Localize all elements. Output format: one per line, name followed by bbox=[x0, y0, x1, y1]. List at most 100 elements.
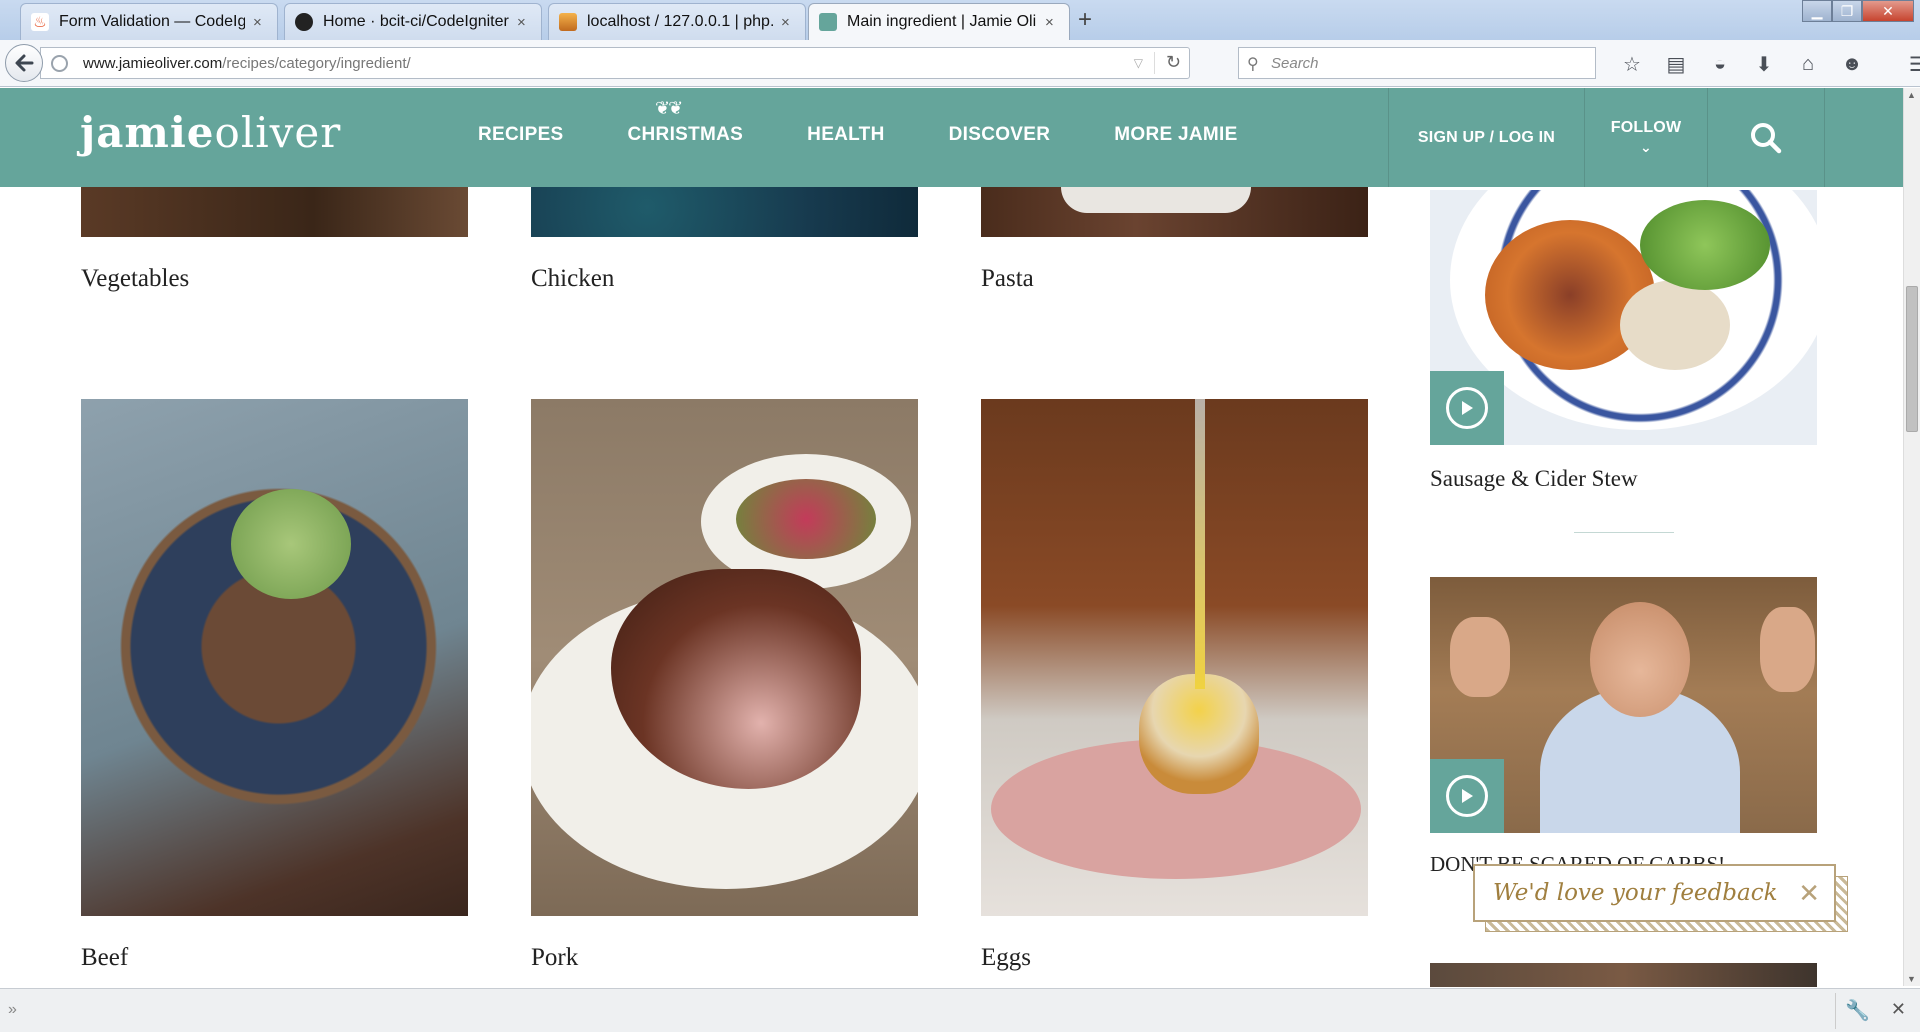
search-input[interactable]: ⚲ Search bbox=[1238, 47, 1596, 79]
signup-login-link[interactable]: SIGN UP / LOG IN bbox=[1388, 88, 1584, 187]
browser-tab-title: Main ingredient | Jamie Oli... bbox=[847, 13, 1037, 30]
address-bar[interactable]: www.jamieoliver.com/recipes/category/ing… bbox=[40, 47, 1190, 79]
close-icon[interactable]: ✕ bbox=[1798, 878, 1820, 909]
address-separator bbox=[1154, 52, 1155, 74]
bookmark-star-icon[interactable]: ☆ bbox=[1610, 50, 1654, 78]
feedback-widget[interactable]: We'd love your feedback ✕ bbox=[1473, 864, 1848, 932]
search-icon: ⚲ bbox=[1247, 56, 1259, 73]
nav-health[interactable]: HEALTH bbox=[807, 124, 884, 146]
expand-chevron-icon[interactable]: » bbox=[8, 1001, 17, 1019]
window-controls: ▁ ❐ ✕ bbox=[1802, 0, 1914, 22]
play-icon bbox=[1446, 387, 1488, 429]
category-card-pork[interactable]: Pork bbox=[531, 399, 918, 979]
scroll-thumb[interactable] bbox=[1906, 286, 1918, 432]
status-separator bbox=[1835, 993, 1836, 1029]
eggs-image[interactable] bbox=[981, 399, 1368, 916]
left-hand-shape bbox=[1450, 617, 1510, 697]
nav-more-jamie[interactable]: MORE JAMIE bbox=[1114, 124, 1237, 146]
video-title-label[interactable]: Sausage & Cider Stew bbox=[1430, 466, 1638, 492]
category-label[interactable]: Pork bbox=[531, 944, 578, 972]
close-tab-icon[interactable]: × bbox=[781, 14, 795, 31]
spoon-drip-shape bbox=[1195, 399, 1205, 689]
browser-tab-title: localhost / 127.0.0.1 | php... bbox=[587, 13, 773, 30]
emoji-icon[interactable]: ☻ bbox=[1830, 50, 1874, 78]
category-card-chicken[interactable]: Chicken bbox=[531, 187, 918, 307]
site-header: jamieoliver ❦❦ RECIPES CHRISTMAS HEALTH … bbox=[0, 88, 1903, 187]
browser-status-bar: » 🔧 ✕ bbox=[0, 988, 1920, 1032]
sidebar-video-card[interactable] bbox=[1430, 577, 1817, 833]
pocket-icon[interactable]: ◒ bbox=[1698, 50, 1742, 78]
wrench-icon[interactable]: 🔧 bbox=[1845, 998, 1870, 1023]
back-button[interactable] bbox=[5, 44, 43, 82]
download-icon[interactable]: ⬇ bbox=[1742, 50, 1786, 78]
browser-navigation-bar: www.jamieoliver.com/recipes/category/ing… bbox=[0, 40, 1920, 87]
category-label[interactable]: Eggs bbox=[981, 944, 1031, 972]
category-label[interactable]: Beef bbox=[81, 944, 128, 972]
sidebar-video-card[interactable] bbox=[1430, 963, 1817, 987]
nav-discover[interactable]: DISCOVER bbox=[949, 124, 1051, 146]
pork-image[interactable] bbox=[531, 399, 918, 916]
browser-tab[interactable]: localhost / 127.0.0.1 | php... × bbox=[548, 3, 806, 40]
vegetables-image[interactable] bbox=[81, 187, 468, 237]
close-tab-icon[interactable]: × bbox=[517, 14, 531, 31]
close-tab-icon[interactable]: × bbox=[1045, 14, 1059, 31]
chicken-image[interactable] bbox=[531, 187, 918, 237]
category-card-eggs[interactable]: Eggs bbox=[981, 399, 1368, 979]
main-navigation: RECIPES CHRISTMAS HEALTH DISCOVER MORE J… bbox=[478, 124, 1302, 146]
history-dropdown-icon[interactable]: ▽ bbox=[1134, 56, 1143, 70]
window-close-icon[interactable]: ✕ bbox=[1862, 0, 1914, 22]
codeigniter-favicon-icon: ♨ bbox=[31, 13, 49, 31]
address-url: www.jamieoliver.com/recipes/category/ing… bbox=[83, 55, 411, 72]
reading-list-icon[interactable]: ▤ bbox=[1654, 50, 1698, 78]
jamie-oliver-favicon-icon bbox=[819, 13, 837, 31]
phpmyadmin-favicon-icon bbox=[559, 13, 577, 31]
search-placeholder: Search bbox=[1271, 55, 1319, 72]
beef-image[interactable] bbox=[81, 399, 468, 916]
nav-recipes[interactable]: RECIPES bbox=[478, 124, 564, 146]
minimize-icon[interactable]: ▁ bbox=[1802, 0, 1832, 22]
category-label[interactable]: Chicken bbox=[531, 265, 614, 293]
close-addon-bar-icon[interactable]: ✕ bbox=[1891, 999, 1906, 1020]
browser-tab-strip: ♨ Form Validation — CodeIg... × Home · b… bbox=[0, 0, 1920, 40]
browser-tab-title: Form Validation — CodeIg... bbox=[59, 13, 245, 30]
site-identity-icon[interactable] bbox=[51, 55, 68, 72]
reload-icon[interactable]: ↻ bbox=[1166, 52, 1181, 73]
eggs-benedict-shape bbox=[1139, 674, 1259, 794]
menu-icon[interactable]: ☰ bbox=[1896, 50, 1920, 78]
search-icon bbox=[1751, 122, 1782, 153]
potatoes-shape bbox=[736, 479, 876, 559]
feedback-box[interactable]: We'd love your feedback ✕ bbox=[1473, 864, 1836, 922]
feedback-label[interactable]: We'd love your feedback bbox=[1493, 880, 1778, 906]
play-video-button[interactable] bbox=[1430, 759, 1504, 833]
next-video-image[interactable] bbox=[1430, 963, 1817, 987]
follow-menu[interactable]: FOLLOW ⌄ bbox=[1584, 88, 1707, 187]
nav-christmas[interactable]: CHRISTMAS bbox=[628, 124, 744, 146]
close-tab-icon[interactable]: × bbox=[253, 14, 267, 31]
leaves-shape bbox=[1640, 200, 1770, 290]
pasta-image[interactable] bbox=[981, 187, 1368, 237]
browser-tab-active[interactable]: Main ingredient | Jamie Oli... × bbox=[808, 3, 1070, 40]
maximize-icon[interactable]: ❐ bbox=[1832, 0, 1862, 22]
back-arrow-icon bbox=[15, 54, 34, 72]
browser-tab[interactable]: ♨ Form Validation — CodeIg... × bbox=[20, 3, 278, 40]
scroll-down-icon[interactable]: ▼ bbox=[1907, 974, 1916, 984]
site-logo[interactable]: jamieoliver bbox=[80, 108, 341, 157]
sidebar-video-card[interactable] bbox=[1430, 190, 1817, 445]
category-label[interactable]: Pasta bbox=[981, 265, 1034, 293]
right-hand-shape bbox=[1760, 607, 1815, 692]
play-video-button[interactable] bbox=[1430, 371, 1504, 445]
site-search-button[interactable] bbox=[1707, 88, 1825, 187]
browser-tab-title: Home · bcit-ci/CodeIgniter... bbox=[323, 13, 509, 30]
new-tab-button[interactable]: + bbox=[1078, 6, 1092, 34]
page-scrollbar[interactable]: ▲ ▼ bbox=[1903, 88, 1920, 986]
mash-shape bbox=[1620, 280, 1730, 370]
category-label[interactable]: Vegetables bbox=[81, 265, 189, 293]
home-icon[interactable]: ⌂ bbox=[1786, 50, 1830, 78]
play-icon bbox=[1446, 775, 1488, 817]
browser-tab[interactable]: Home · bcit-ci/CodeIgniter... × bbox=[284, 3, 542, 40]
follow-label: FOLLOW bbox=[1610, 119, 1682, 136]
category-card-pasta[interactable]: Pasta bbox=[981, 187, 1368, 307]
category-card-beef[interactable]: Beef bbox=[81, 399, 468, 979]
category-card-vegetables[interactable]: Vegetables bbox=[81, 187, 468, 307]
scroll-up-icon[interactable]: ▲ bbox=[1907, 90, 1916, 100]
